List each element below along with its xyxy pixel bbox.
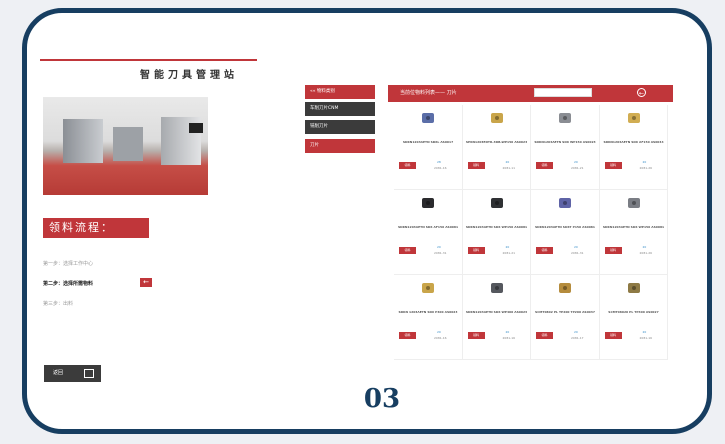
product-location: 2081-31 [571,251,584,255]
product-card[interactable]: SDKN1203AETN SD6T P150 AS0081 领料 20 2081-31 [531,190,600,275]
product-quantity: 20 [505,245,510,249]
product-card[interactable]: SDKN1203AETN SD6 AF150 AS0081 领料 20 2081-31 [394,190,463,275]
product-code: SPKN1203EDTR-3DB-WP150 AS0023 [465,140,528,144]
insert-image [422,113,434,123]
product-code: SDKN 1203AETN SD6 P400 AS0023 [398,310,458,314]
get-material-button[interactable]: 领料 [467,162,485,169]
product-card[interactable]: SDKN1203AETN SD6 WP150 AS0081 领料 20 2081-26 [599,190,668,275]
insert-image [490,283,503,293]
machine-image [113,127,143,161]
workshop-photo [43,97,208,195]
products-grid: SDKN1203AETN SD6L AS0017 领料 28 2081-16 SPKN1… [394,105,668,360]
machine-image [63,119,103,163]
product-card[interactable]: SDKN1203AETN SD6 WP150 AS0081 领料 20 2081-21 [462,190,531,275]
arrow-right-icon[interactable]: → [680,88,689,97]
menu-item[interactable]: «« 物料类别 [305,85,375,99]
product-code: SCMT08020 PL TP400 AS0027 [608,310,659,314]
search-input[interactable] [534,88,592,97]
insert-image [559,113,571,123]
insert-image [559,283,571,293]
get-material-button[interactable]: 领料 [467,247,485,254]
insert-image [422,198,434,208]
product-location: 2081-16 [502,336,516,340]
get-material-button[interactable]: 领料 [399,332,416,339]
product-card[interactable]: SDKN1203AETN SD6L AS0017 领料 28 2081-16 [394,105,463,190]
flow-step-2[interactable]: 第二步：选择所需物料 [43,280,93,287]
current-step-arrow-icon: ← [140,278,152,287]
product-location: 2081-26 [639,251,653,255]
product-code: SCMT0802 PL TP200 TP200 AS0037 [535,310,595,314]
product-quantity: 20 [505,330,510,334]
product-code: SDKN1203AETN SD6 WP150 AS0081 [602,225,665,229]
menu-item[interactable]: 铣削刀片 [305,120,375,134]
product-quantity: 20 [642,245,647,249]
product-location: 2081-11 [502,166,516,170]
product-quantity: 20 [574,160,578,164]
products-title: 当前位物料列表—— 刀片 [400,90,457,96]
product-quantity: 20 [642,330,647,334]
get-material-button[interactable]: 领料 [604,332,622,339]
product-location: 2081-26 [639,166,653,170]
product-code: SDKN1203AETN SD6 AF150 AS0044 [603,140,664,144]
insert-image [422,283,434,293]
product-location: 2081-16 [434,166,447,170]
product-code: SDKN1203AETN SD6L AS0017 [402,140,454,144]
insert-image [490,198,503,208]
insert-image [627,113,640,123]
product-card[interactable]: SDKN1203AETN SD6 WP400 AS0023 领料 20 2081-16 [462,275,531,360]
get-material-button[interactable]: 领料 [467,332,485,339]
get-material-button[interactable]: 领料 [399,247,416,254]
product-location: 2081-16 [434,336,447,340]
insert-image [559,198,571,208]
get-material-button[interactable]: 领料 [604,162,622,169]
menu-item[interactable]: 刀片 [305,139,375,153]
product-location: 2081-17 [571,336,584,340]
product-code: SDKN1203AETN SD6 WP150 AS0081 [465,225,528,229]
product-quantity: 20 [574,330,578,334]
product-card[interactable]: SCMT0802 PL TP200 TP200 AS0037 领料 20 2081-1… [531,275,600,360]
product-card[interactable]: SDKN 1203AETN SD6 P400 AS0023 领料 20 2081-16 [394,275,463,360]
page-title: 智能刀具管理站 [140,70,238,81]
product-quantity: 20 [437,245,441,249]
flow-step-3[interactable]: 第三步：出料 [43,300,73,307]
product-card[interactable]: SDKN1203AETN SD6 AF150 AS0044 领料 20 2081-26 [599,105,668,190]
product-card[interactable]: SPKN1203EDTR-3DB-WP150 AS0023 领料 20 2081-11 [462,105,531,190]
insert-image [627,283,640,293]
product-code: SDKN1203AETN SD6 WP150 AS0023 [534,140,596,144]
product-quantity: 28 [437,160,441,164]
return-button-label: 返回 [53,370,64,376]
get-material-button[interactable]: 领料 [399,162,416,169]
exit-icon [84,369,94,378]
product-location: 2081-31 [434,251,447,255]
get-material-button[interactable]: 领料 [536,162,553,169]
flow-title: 领料流程： [43,218,149,238]
flow-step-1[interactable]: 第一步：选择工作中心 [43,260,93,267]
insert-image [490,113,503,123]
menu-item[interactable]: 车削刀片CNM [305,102,375,116]
product-code: SDKN1203AETN SD6 AF150 AS0081 [397,225,459,229]
product-card[interactable]: SDKN1203AETN SD6 WP150 AS0023 领料 20 2081-21 [531,105,600,190]
product-code: SDKN1203AETN SD6 WP400 AS0023 [465,310,528,314]
arrow-left-icon[interactable]: ← [637,88,646,97]
product-code: SDKN1203AETN SD6T P150 AS0081 [535,225,595,229]
product-location: 2081-21 [502,251,516,255]
return-button[interactable]: 返回 [44,365,101,382]
product-quantity: 20 [642,160,647,164]
monitor-image [189,123,203,133]
product-quantity: 20 [437,330,441,334]
product-quantity: 20 [574,245,578,249]
insert-image [627,198,640,208]
product-quantity: 20 [505,160,510,164]
get-material-button[interactable]: 领料 [536,247,553,254]
get-material-button[interactable]: 领料 [604,247,622,254]
product-location: 2081-16 [639,336,653,340]
title-divider [40,59,257,61]
get-material-button[interactable]: 领料 [536,332,553,339]
product-location: 2081-21 [571,166,584,170]
product-card[interactable]: SCMT08020 PL TP400 AS0027 领料 20 2081-16 [599,275,668,360]
page-number: 03 [363,384,401,414]
